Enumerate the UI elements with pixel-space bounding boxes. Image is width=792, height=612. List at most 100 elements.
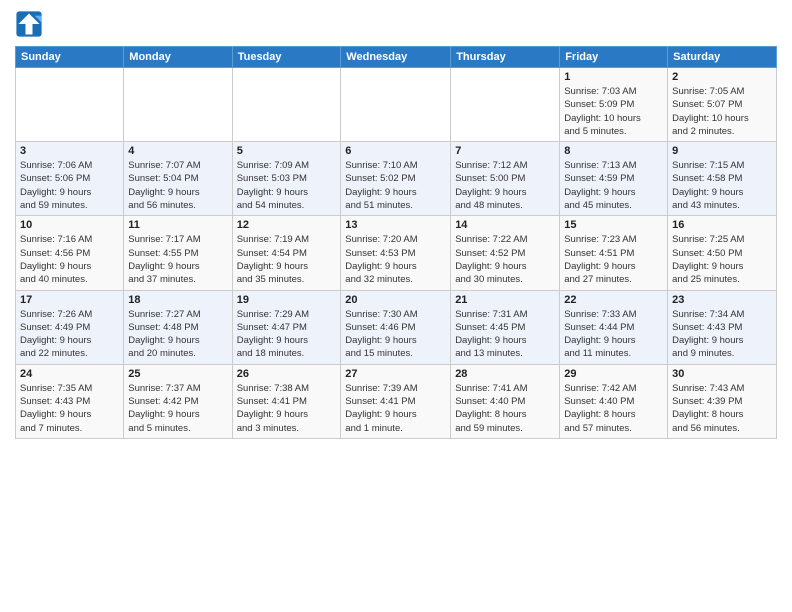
calendar-cell: [341, 68, 451, 142]
day-info: Sunrise: 7:10 AM Sunset: 5:02 PM Dayligh…: [345, 159, 446, 212]
calendar-cell: 13 Sunrise: 7:20 AM Sunset: 4:53 PM Dayli…: [341, 216, 451, 290]
day-number: 22: [564, 294, 663, 306]
day-number: 6: [345, 145, 446, 157]
calendar-cell: [232, 68, 341, 142]
calendar-cell: 7 Sunrise: 7:12 AM Sunset: 5:00 PM Daylig…: [451, 142, 560, 216]
calendar-cell: 8 Sunrise: 7:13 AM Sunset: 4:59 PM Daylig…: [560, 142, 668, 216]
header: [15, 10, 777, 38]
day-number: 28: [455, 368, 555, 380]
day-info: Sunrise: 7:39 AM Sunset: 4:41 PM Dayligh…: [345, 382, 446, 435]
day-number: 5: [237, 145, 337, 157]
day-info: Sunrise: 7:25 AM Sunset: 4:50 PM Dayligh…: [672, 233, 772, 286]
day-number: 9: [672, 145, 772, 157]
calendar-cell: 2Sunrise: 7:05 AM Sunset: 5:07 PM Daylig…: [668, 68, 777, 142]
calendar-cell: 29 Sunrise: 7:42 AM Sunset: 4:40 PM Dayli…: [560, 364, 668, 438]
weekday-header: Thursday: [451, 47, 560, 68]
day-info: Sunrise: 7:19 AM Sunset: 4:54 PM Dayligh…: [237, 233, 337, 286]
day-info: Sunrise: 7:35 AM Sunset: 4:43 PM Dayligh…: [20, 382, 119, 435]
calendar-cell: 1 Sunrise: 7:03 AM Sunset: 5:09 PM Daylig…: [560, 68, 668, 142]
calendar-cell: 30 Sunrise: 7:43 AM Sunset: 4:39 PM Dayli…: [668, 364, 777, 438]
logo: [15, 10, 47, 38]
day-info: Sunrise: 7:03 AM Sunset: 5:09 PM Dayligh…: [564, 85, 663, 138]
day-info: Sunrise: 7:12 AM Sunset: 5:00 PM Dayligh…: [455, 159, 555, 212]
day-number: 7: [455, 145, 555, 157]
calendar-cell: 28 Sunrise: 7:41 AM Sunset: 4:40 PM Dayli…: [451, 364, 560, 438]
calendar-cell: 14Sunrise: 7:22 AM Sunset: 4:52 PM Dayli…: [451, 216, 560, 290]
weekday-header: Sunday: [16, 47, 124, 68]
day-info: Sunrise: 7:38 AM Sunset: 4:41 PM Dayligh…: [237, 382, 337, 435]
weekday-header: Tuesday: [232, 47, 341, 68]
day-info: Sunrise: 7:42 AM Sunset: 4:40 PM Dayligh…: [564, 382, 663, 435]
day-number: 20: [345, 294, 446, 306]
day-number: 14: [455, 219, 555, 231]
calendar-cell: [124, 68, 232, 142]
calendar-cell: 22Sunrise: 7:33 AM Sunset: 4:44 PM Dayli…: [560, 290, 668, 364]
calendar-cell: 27 Sunrise: 7:39 AM Sunset: 4:41 PM Dayli…: [341, 364, 451, 438]
day-number: 10: [20, 219, 119, 231]
calendar: SundayMondayTuesdayWednesdayThursdayFrid…: [15, 46, 777, 439]
logo-icon: [15, 10, 43, 38]
calendar-cell: 19 Sunrise: 7:29 AM Sunset: 4:47 PM Dayli…: [232, 290, 341, 364]
day-number: 21: [455, 294, 555, 306]
calendar-cell: 18 Sunrise: 7:27 AM Sunset: 4:48 PM Dayli…: [124, 290, 232, 364]
calendar-cell: 9 Sunrise: 7:15 AM Sunset: 4:58 PM Daylig…: [668, 142, 777, 216]
calendar-cell: 26 Sunrise: 7:38 AM Sunset: 4:41 PM Dayli…: [232, 364, 341, 438]
day-number: 16: [672, 219, 772, 231]
day-info: Sunrise: 7:41 AM Sunset: 4:40 PM Dayligh…: [455, 382, 555, 435]
day-number: 29: [564, 368, 663, 380]
calendar-cell: 3 Sunrise: 7:06 AM Sunset: 5:06 PM Daylig…: [16, 142, 124, 216]
day-info: Sunrise: 7:30 AM Sunset: 4:46 PM Dayligh…: [345, 308, 446, 361]
calendar-cell: [16, 68, 124, 142]
weekday-header: Monday: [124, 47, 232, 68]
day-number: 26: [237, 368, 337, 380]
calendar-week-row: 1 Sunrise: 7:03 AM Sunset: 5:09 PM Daylig…: [16, 68, 777, 142]
calendar-cell: 21 Sunrise: 7:31 AM Sunset: 4:45 PM Dayli…: [451, 290, 560, 364]
day-info: Sunrise: 7:37 AM Sunset: 4:42 PM Dayligh…: [128, 382, 227, 435]
day-number: 8: [564, 145, 663, 157]
day-number: 13: [345, 219, 446, 231]
day-info: Sunrise: 7:26 AM Sunset: 4:49 PM Dayligh…: [20, 308, 119, 361]
calendar-cell: 10 Sunrise: 7:16 AM Sunset: 4:56 PM Dayli…: [16, 216, 124, 290]
day-number: 27: [345, 368, 446, 380]
weekday-header: Saturday: [668, 47, 777, 68]
day-info: Sunrise: 7:29 AM Sunset: 4:47 PM Dayligh…: [237, 308, 337, 361]
day-number: 23: [672, 294, 772, 306]
day-number: 3: [20, 145, 119, 157]
weekday-header: Friday: [560, 47, 668, 68]
calendar-cell: 17Sunrise: 7:26 AM Sunset: 4:49 PM Dayli…: [16, 290, 124, 364]
day-number: 2: [672, 71, 772, 83]
calendar-week-row: 10 Sunrise: 7:16 AM Sunset: 4:56 PM Dayli…: [16, 216, 777, 290]
calendar-week-row: 17Sunrise: 7:26 AM Sunset: 4:49 PM Dayli…: [16, 290, 777, 364]
calendar-cell: [451, 68, 560, 142]
calendar-week-row: 24 Sunrise: 7:35 AM Sunset: 4:43 PM Dayli…: [16, 364, 777, 438]
day-info: Sunrise: 7:23 AM Sunset: 4:51 PM Dayligh…: [564, 233, 663, 286]
day-info: Sunrise: 7:16 AM Sunset: 4:56 PM Dayligh…: [20, 233, 119, 286]
day-info: Sunrise: 7:06 AM Sunset: 5:06 PM Dayligh…: [20, 159, 119, 212]
day-info: Sunrise: 7:34 AM Sunset: 4:43 PM Dayligh…: [672, 308, 772, 361]
day-number: 12: [237, 219, 337, 231]
day-number: 1: [564, 71, 663, 83]
day-info: Sunrise: 7:13 AM Sunset: 4:59 PM Dayligh…: [564, 159, 663, 212]
day-number: 30: [672, 368, 772, 380]
calendar-cell: 25 Sunrise: 7:37 AM Sunset: 4:42 PM Dayli…: [124, 364, 232, 438]
calendar-week-row: 3 Sunrise: 7:06 AM Sunset: 5:06 PM Daylig…: [16, 142, 777, 216]
day-info: Sunrise: 7:20 AM Sunset: 4:53 PM Dayligh…: [345, 233, 446, 286]
day-info: Sunrise: 7:15 AM Sunset: 4:58 PM Dayligh…: [672, 159, 772, 212]
day-number: 18: [128, 294, 227, 306]
day-number: 15: [564, 219, 663, 231]
calendar-cell: 16 Sunrise: 7:25 AM Sunset: 4:50 PM Dayli…: [668, 216, 777, 290]
day-info: Sunrise: 7:43 AM Sunset: 4:39 PM Dayligh…: [672, 382, 772, 435]
day-number: 11: [128, 219, 227, 231]
calendar-cell: 5 Sunrise: 7:09 AM Sunset: 5:03 PM Daylig…: [232, 142, 341, 216]
calendar-cell: 12 Sunrise: 7:19 AM Sunset: 4:54 PM Dayli…: [232, 216, 341, 290]
day-number: 19: [237, 294, 337, 306]
day-number: 4: [128, 145, 227, 157]
calendar-header-row: SundayMondayTuesdayWednesdayThursdayFrid…: [16, 47, 777, 68]
day-info: Sunrise: 7:31 AM Sunset: 4:45 PM Dayligh…: [455, 308, 555, 361]
day-number: 24: [20, 368, 119, 380]
day-info: Sunrise: 7:27 AM Sunset: 4:48 PM Dayligh…: [128, 308, 227, 361]
page: SundayMondayTuesdayWednesdayThursdayFrid…: [0, 0, 792, 612]
day-number: 25: [128, 368, 227, 380]
calendar-cell: 24 Sunrise: 7:35 AM Sunset: 4:43 PM Dayli…: [16, 364, 124, 438]
day-info: Sunrise: 7:09 AM Sunset: 5:03 PM Dayligh…: [237, 159, 337, 212]
